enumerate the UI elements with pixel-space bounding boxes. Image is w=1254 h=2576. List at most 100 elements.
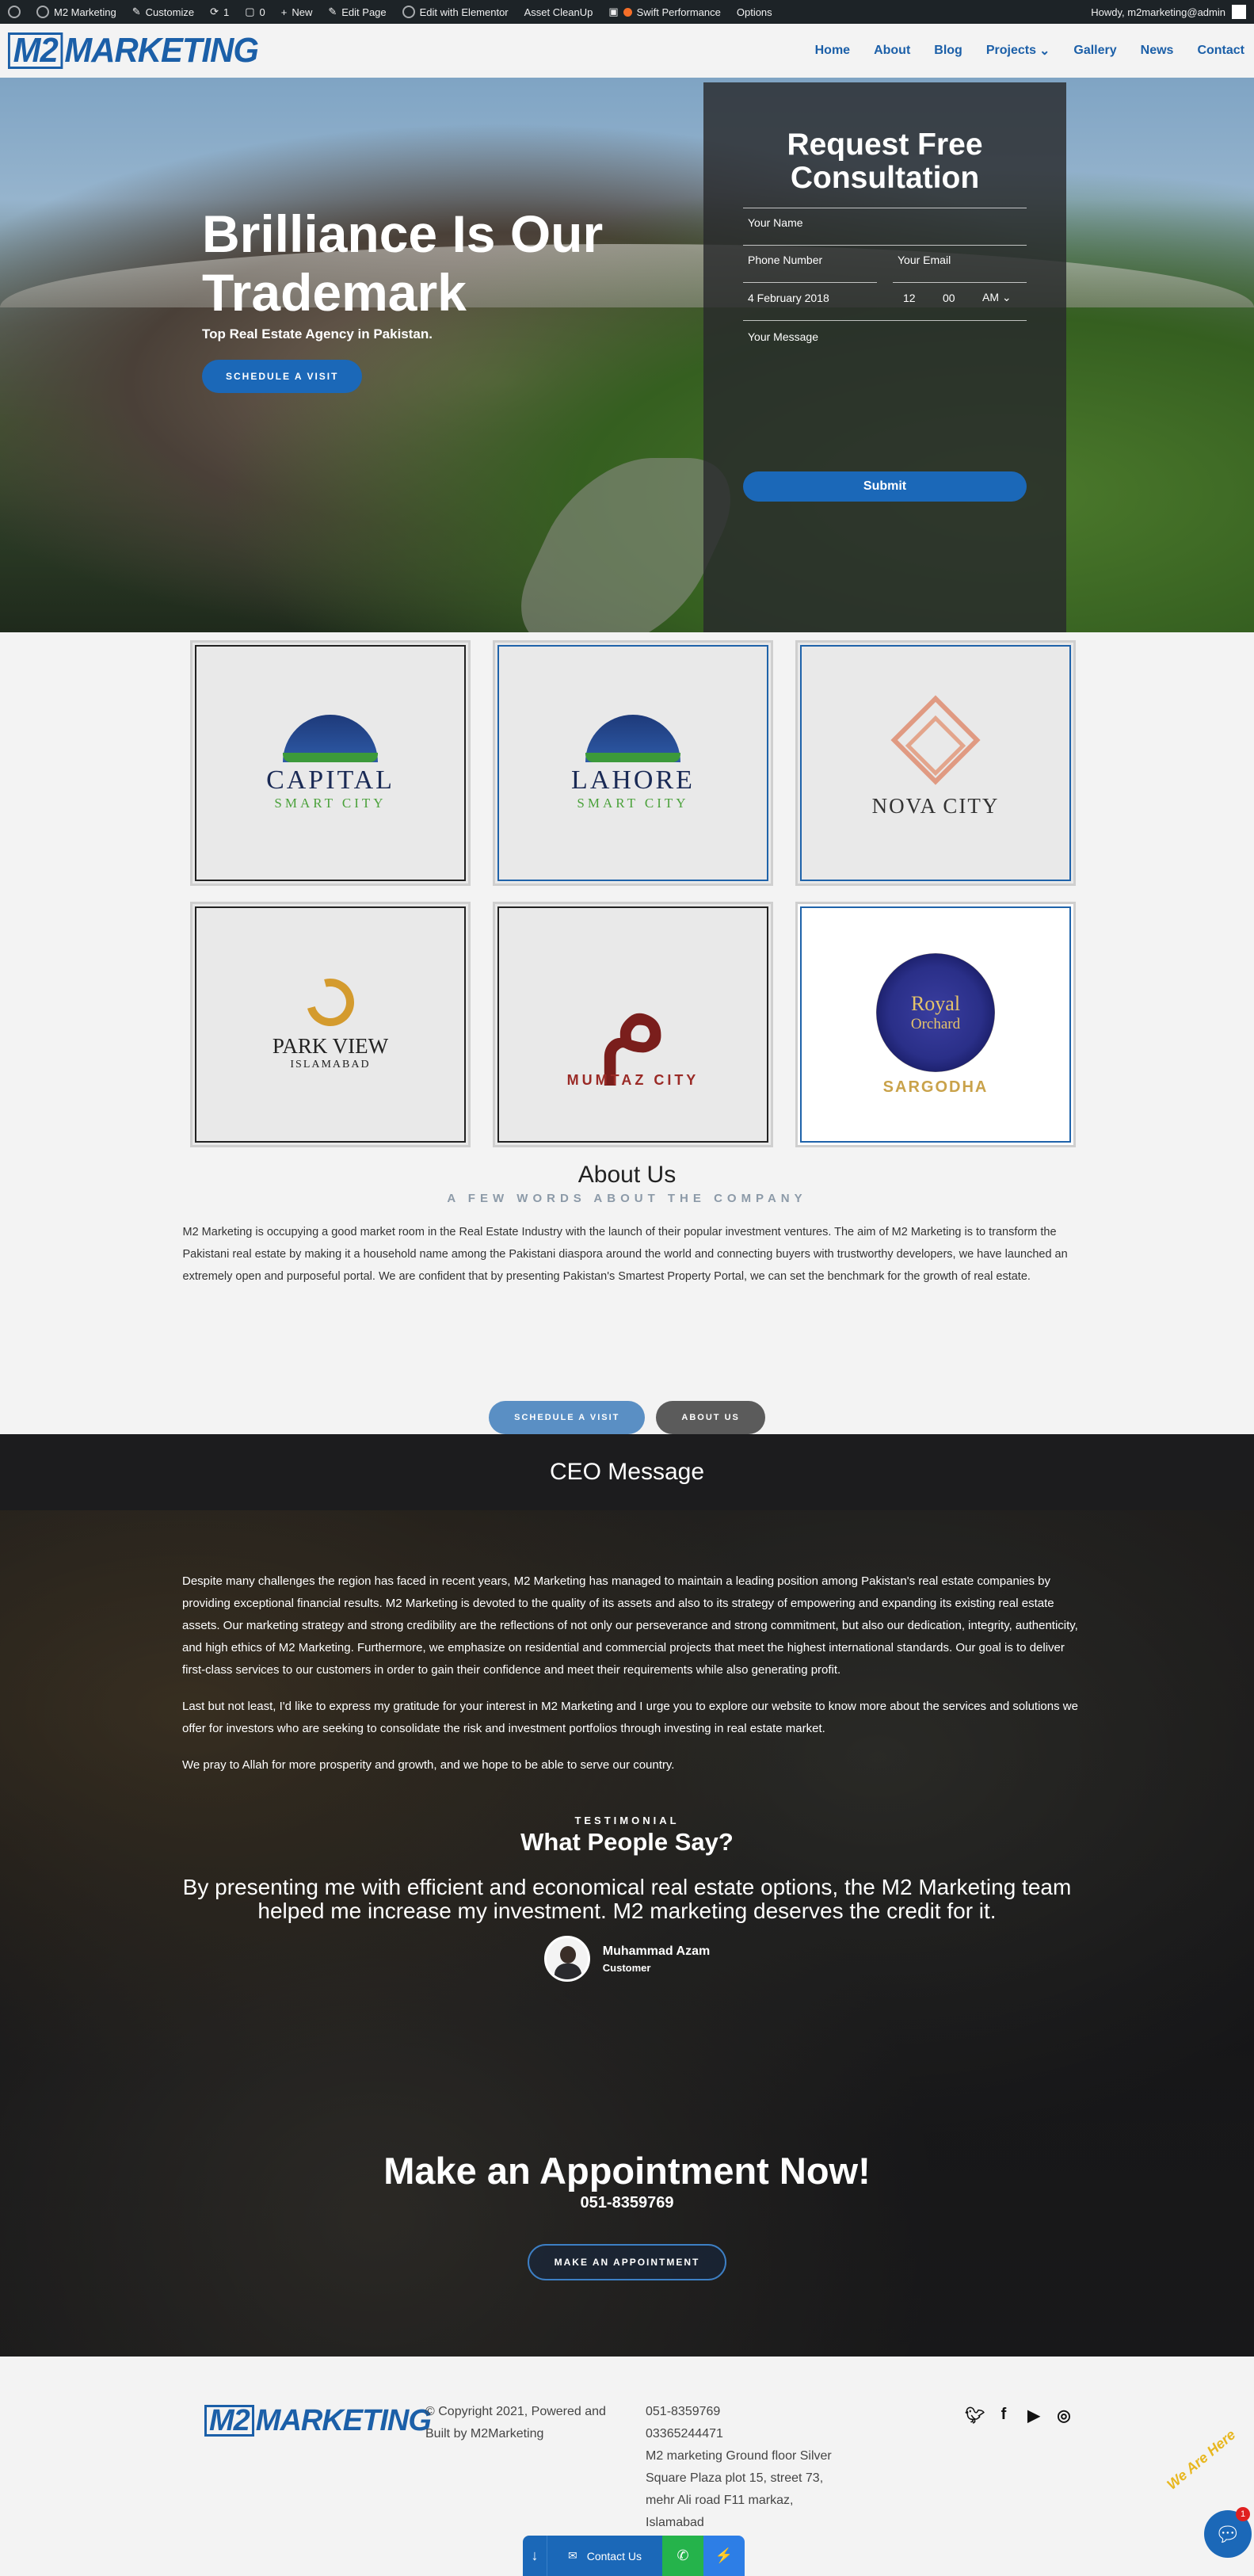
plus-icon: + — [280, 6, 288, 18]
email-field[interactable]: Your Email — [893, 246, 1027, 283]
datetime-field: 4 February 2018 12 00 AM ⌄ — [743, 283, 1027, 321]
ceo-section: CEO Message Despite many challenges the … — [0, 1434, 1254, 2357]
swift-icon: ▣ — [608, 6, 619, 17]
name-field[interactable]: Your Name — [743, 208, 1027, 246]
project-card-mumtaz[interactable]: ﻡ MUMTAZ CITY — [493, 902, 773, 1147]
project-card-lahore[interactable]: LAHORE SMART CITY — [493, 640, 773, 886]
menu-item-blog[interactable]: Blog — [934, 43, 962, 59]
make-appointment-button[interactable]: MAKE AN APPOINTMENT — [527, 2244, 727, 2280]
testimonial-quote: By presenting me with efficient and econ… — [182, 1875, 1072, 1923]
minute-input[interactable]: 00 — [943, 292, 974, 304]
form-title: Request Free Consultation — [787, 128, 983, 195]
hero-content: Brilliance Is Our Trademark Top Real Est… — [202, 204, 646, 393]
mail-icon: ✉ — [568, 2549, 577, 2562]
menu-item-home[interactable]: Home — [815, 43, 850, 59]
menu-item-about[interactable]: About — [874, 43, 910, 59]
park-view-logo: PARK VIEW ISLAMABAD — [273, 969, 388, 1071]
wordpress-logo-icon[interactable] — [8, 6, 21, 18]
menu-item-projects[interactable]: Projects ⌄ — [986, 43, 1050, 59]
appointment-section: Make an Appointment Now! 051-8359769 MAK… — [0, 2149, 1254, 2280]
testimonial-label: TESTIMONIAL — [574, 1815, 680, 1826]
avatar — [1232, 5, 1246, 19]
whatsapp-icon[interactable]: ✆ — [662, 2536, 703, 2576]
messenger-icon[interactable]: ⚡ — [703, 2536, 745, 2576]
wp-admin-bar: M2 Marketing ✎ Customize ⟳ 1 ▢ 0 + New ✎ Edit… — [0, 0, 1254, 24]
admin-asset-cleanup[interactable]: Asset CleanUp — [524, 6, 593, 18]
footer-address: M2 marketing Ground floor Silver Square … — [646, 2449, 832, 2529]
comment-icon: ▢ — [245, 6, 255, 17]
admin-customize[interactable]: ✎ Customize — [132, 6, 194, 18]
date-input[interactable]: 4 February 2018 — [748, 292, 895, 304]
about-body: M2 Marketing is occupying a good market … — [182, 1226, 1068, 1283]
admin-account[interactable]: Howdy, m2marketing@admin — [1091, 5, 1246, 19]
admin-updates[interactable]: ⟳ 1 — [210, 6, 229, 18]
nova-city-logo: NOVA CITY — [872, 694, 1000, 819]
social-links: 🐦︎ f ▶ ◎ — [965, 2406, 1073, 2425]
appointment-phone: 051-8359769 — [580, 2194, 674, 2212]
project-card-capital[interactable]: CAPITAL SMART CITY — [190, 640, 471, 886]
site-header: M2 MARKETING Home About Blog Projects ⌄ Ga… — [0, 24, 1254, 78]
schedule-visit-button-2[interactable]: SCHEDULE A VISIT — [489, 1401, 646, 1434]
menu-item-gallery[interactable]: Gallery — [1073, 43, 1116, 59]
instagram-icon[interactable]: ◎ — [1055, 2406, 1073, 2425]
hero-subtitle: Top Real Estate Agency in Pakistan. — [202, 326, 433, 342]
footer-phone-2[interactable]: 03365244471 — [646, 2423, 836, 2445]
youtube-icon[interactable]: ▶ — [1025, 2406, 1042, 2425]
footer-contact: 051-8359769 03365244471 M2 marketing Gro… — [646, 2401, 836, 2534]
chevron-down-icon: ⌄ — [1039, 44, 1050, 58]
schedule-visit-button[interactable]: SCHEDULE A VISIT — [202, 360, 363, 393]
pencil-icon: ✎ — [328, 6, 337, 17]
phone-field[interactable]: Phone Number — [743, 246, 877, 283]
ampm-select[interactable]: AM ⌄ — [982, 291, 1022, 304]
customer-role: Customer — [602, 1961, 651, 1974]
admin-new[interactable]: + New — [281, 6, 313, 18]
lahore-smart-city-logo: LAHORE SMART CITY — [571, 715, 695, 811]
about-buttons: SCHEDULE A VISIT ABOUT US — [0, 1401, 1254, 1434]
facebook-icon[interactable]: f — [995, 2406, 1012, 2425]
appointment-title: Make an Appointment Now! — [383, 2150, 871, 2192]
customer-name: Muhammad Azam — [602, 1944, 711, 1958]
project-card-park-view[interactable]: PARK VIEW ISLAMABAD — [190, 902, 471, 1147]
brush-icon: ✎ — [131, 6, 141, 17]
floating-contact-bar: ↓ ✉ Contact Us ✆ ⚡ — [523, 2536, 745, 2576]
mumtaz-city-logo: ﻡ MUMTAZ CITY — [566, 947, 699, 1088]
arrow-down-icon[interactable]: ↓ — [523, 2536, 547, 2576]
footer-phone-1[interactable]: 051-8359769 — [646, 2401, 836, 2423]
about-section: About Us A FEW WORDS ABOUT THE COMPANY M… — [0, 1162, 1254, 1288]
ceo-message: Despite many challenges the region has f… — [182, 1574, 1078, 1772]
hero-section: Brilliance Is Our Trademark Top Real Est… — [0, 78, 1254, 632]
admin-edit-elementor[interactable]: Edit with Elementor — [402, 6, 509, 18]
hero-title: Brilliance Is Our Trademark — [202, 204, 604, 322]
ceo-title: CEO Message — [549, 1459, 705, 1485]
main-menu: Home About Blog Projects ⌄ Gallery News C… — [815, 43, 1246, 59]
admin-site-name[interactable]: M2 Marketing — [36, 6, 116, 18]
admin-comments[interactable]: ▢ 0 — [245, 6, 265, 18]
status-dot-icon — [623, 7, 632, 17]
about-us-button[interactable]: ABOUT US — [656, 1401, 765, 1434]
submit-button[interactable]: Submit — [743, 471, 1027, 502]
project-card-royal-orchard[interactable]: Royal Orchard SARGODHA — [795, 902, 1076, 1147]
hour-input[interactable]: 12 — [903, 292, 935, 304]
customer-avatar — [543, 1936, 590, 1982]
menu-item-news[interactable]: News — [1141, 43, 1174, 59]
site-logo[interactable]: M2 MARKETING — [8, 31, 259, 71]
refresh-icon: ⟳ — [210, 6, 219, 17]
twitter-icon[interactable]: 🐦︎ — [965, 2406, 985, 2425]
footer-copyright: © Copyright 2021, Powered and Built by M… — [425, 2405, 606, 2441]
capital-smart-city-logo: CAPITAL SMART CITY — [266, 715, 394, 811]
message-field[interactable]: Your Message — [743, 321, 1027, 471]
contact-us-button[interactable]: ✉ Contact Us — [547, 2536, 662, 2576]
menu-item-contact[interactable]: Contact — [1197, 43, 1244, 59]
testimonial-title: What People Say? — [520, 1828, 734, 1856]
about-title: About Us — [577, 1162, 677, 1188]
royal-orchard-logo: Royal Orchard SARGODHA — [876, 952, 995, 1097]
chevron-down-icon: ⌄ — [1001, 291, 1012, 303]
admin-options[interactable]: Options — [737, 6, 772, 18]
admin-swift[interactable]: ▣ Swift Performance — [608, 6, 721, 18]
home-icon — [36, 6, 49, 18]
footer-logo[interactable]: M2 MARKETING — [204, 2404, 432, 2438]
elementor-icon — [402, 6, 415, 18]
chat-badge: 1 — [1236, 2507, 1250, 2521]
project-card-nova[interactable]: NOVA CITY — [795, 640, 1076, 886]
admin-edit-page[interactable]: ✎ Edit Page — [328, 6, 386, 18]
